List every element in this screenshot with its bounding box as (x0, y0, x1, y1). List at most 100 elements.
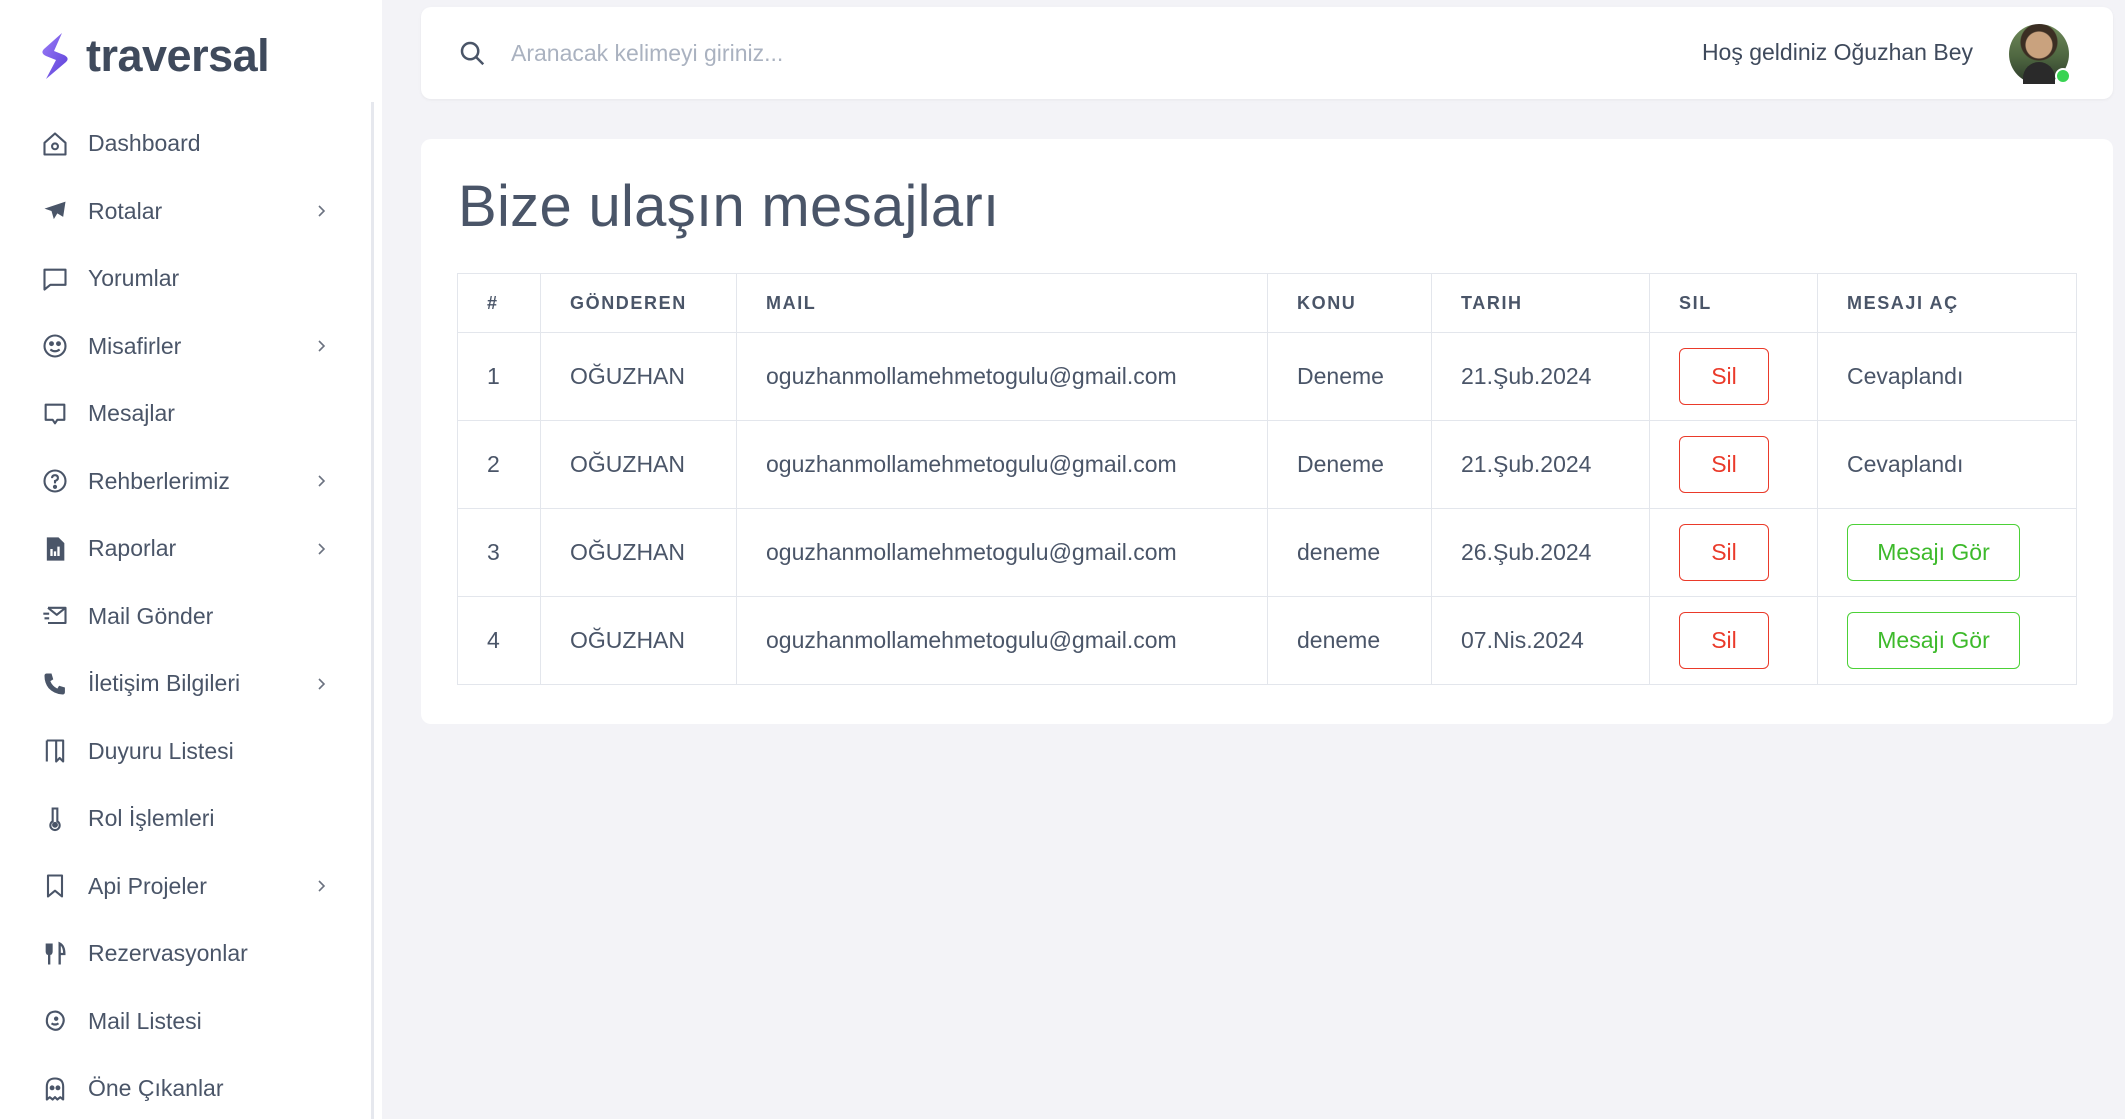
sidebar-scrollbar[interactable] (371, 102, 374, 1119)
row-subject: deneme (1267, 508, 1432, 597)
messages-table: # GÖNDEREN MAIL KONU TARIH SIL MESAJI AÇ… (457, 273, 2077, 685)
delete-button[interactable]: Sil (1679, 524, 1769, 581)
delete-button[interactable]: Sil (1679, 436, 1769, 493)
online-status-dot (2055, 68, 2071, 84)
column-header-open-message: MESAJI AÇ (1817, 273, 2077, 333)
sidebar-item-mesajlar[interactable]: Mesajlar (0, 380, 371, 448)
bookmark-icon (40, 871, 70, 901)
sidebar-item-label: Mesajlar (88, 400, 175, 427)
row-mail: oguzhanmollamehmetogulu@gmail.com (736, 420, 1268, 509)
chevron-right-icon (311, 539, 331, 559)
sidebar-nav: Dashboard Rotalar Yorumlar Misafirler Me… (0, 110, 371, 1119)
message-icon (40, 399, 70, 429)
thermometer-icon (40, 804, 70, 834)
table-row: 4 OĞUZHAN oguzhanmollamehmetogulu@gmail.… (457, 596, 2077, 685)
sidebar-item-mail-listesi[interactable]: Mail Listesi (0, 988, 371, 1056)
row-subject: Deneme (1267, 420, 1432, 509)
sidebar-item-duyuru-listesi[interactable]: Duyuru Listesi (0, 718, 371, 786)
mail-send-icon (40, 601, 70, 631)
row-action-cell: Mesajı Gör (1817, 596, 2077, 685)
sidebar-item-rotalar[interactable]: Rotalar (0, 178, 371, 246)
sidebar-item-label: Rezervasyonlar (88, 940, 248, 967)
topbar: Hoş geldiniz Oğuzhan Bey (421, 7, 2113, 99)
sidebar-item-label: Rehberlerimiz (88, 467, 230, 494)
sidebar-item-mail-gonder[interactable]: Mail Gönder (0, 583, 371, 651)
report-icon (40, 534, 70, 564)
chevron-right-icon (311, 876, 331, 896)
column-header-date: TARIH (1431, 273, 1650, 333)
row-action-cell: Mesajı Gör (1817, 508, 2077, 597)
row-number: 1 (457, 332, 541, 421)
row-sender: OĞUZHAN (540, 420, 737, 509)
table-row: 2 OĞUZHAN oguzhanmollamehmetogulu@gmail.… (457, 420, 2077, 509)
comment-icon (40, 264, 70, 294)
sidebar-item-label: Rol İşlemleri (88, 805, 215, 832)
help-circle-icon (40, 466, 70, 496)
home-icon (40, 129, 70, 159)
sidebar-item-label: Yorumlar (88, 265, 180, 292)
welcome-text: Hoş geldiniz Oğuzhan Bey (1701, 39, 1973, 65)
row-sender: OĞUZHAN (540, 332, 737, 421)
sidebar-item-misafirler[interactable]: Misafirler (0, 313, 371, 381)
row-date: 21.Şub.2024 (1431, 420, 1650, 509)
delete-button[interactable]: Sil (1679, 612, 1769, 669)
row-date: 21.Şub.2024 (1431, 332, 1650, 421)
row-mail: oguzhanmollamehmetogulu@gmail.com (736, 508, 1268, 597)
row-sender: OĞUZHAN (540, 596, 737, 685)
chevron-right-icon (311, 674, 331, 694)
search-input[interactable] (511, 31, 1211, 75)
utensils-icon (40, 939, 70, 969)
plane-icon (40, 196, 70, 226)
table-row: 3 OĞUZHAN oguzhanmollamehmetogulu@gmail.… (457, 508, 2077, 597)
table-header-row: # GÖNDEREN MAIL KONU TARIH SIL MESAJI AÇ (457, 273, 2077, 333)
table-row: 1 OĞUZHAN oguzhanmollamehmetogulu@gmail.… (457, 332, 2077, 421)
column-header-mail: MAIL (736, 273, 1268, 333)
avatar[interactable] (2009, 24, 2071, 84)
row-date: 07.Nis.2024 (1431, 596, 1650, 685)
smile-icon (40, 331, 70, 361)
sidebar-item-raporlar[interactable]: Raporlar (0, 515, 371, 583)
sidebar-item-label: Rotalar (88, 197, 163, 224)
view-message-button[interactable]: Mesajı Gör (1847, 612, 2020, 669)
column-header-delete: SIL (1649, 273, 1818, 333)
messages-card: Bize ulaşın mesajları # GÖNDEREN MAIL KO… (421, 139, 2113, 724)
chevron-right-icon (311, 201, 331, 221)
column-header-subject: KONU (1267, 273, 1432, 333)
sidebar-item-api-projeler[interactable]: Api Projeler (0, 853, 371, 921)
row-delete-cell: Sil (1649, 596, 1818, 685)
chevron-right-icon (311, 336, 331, 356)
column-header-number: # (457, 273, 541, 333)
row-delete-cell: Sil (1649, 420, 1818, 509)
row-mail: oguzhanmollamehmetogulu@gmail.com (736, 332, 1268, 421)
chevron-right-icon (311, 471, 331, 491)
sidebar-item-label: Raporlar (88, 535, 177, 562)
sidebar-item-rol-islemleri[interactable]: Rol İşlemleri (0, 785, 371, 853)
row-number: 4 (457, 596, 541, 685)
search-icon[interactable] (457, 38, 487, 68)
sidebar-item-rehberlerimiz[interactable]: Rehberlerimiz (0, 448, 371, 516)
sidebar-item-iletisim-bilgileri[interactable]: İletişim Bilgileri (0, 650, 371, 718)
sidebar-item-label: Dashboard (88, 130, 201, 157)
phone-icon (40, 669, 70, 699)
brand-name: traversal (86, 30, 270, 81)
row-delete-cell: Sil (1649, 332, 1818, 421)
row-status: Cevaplandı (1817, 420, 2077, 509)
row-delete-cell: Sil (1649, 508, 1818, 597)
row-date: 26.Şub.2024 (1431, 508, 1650, 597)
sidebar-item-rezervasyonlar[interactable]: Rezervasyonlar (0, 920, 371, 988)
sidebar-item-dashboard[interactable]: Dashboard (0, 110, 371, 178)
traversal-logo-icon (42, 33, 68, 79)
row-subject: Deneme (1267, 332, 1432, 421)
sidebar-item-label: Api Projeler (88, 872, 207, 899)
brand[interactable]: traversal (38, 30, 270, 82)
sidebar-item-label: Mail Listesi (88, 1007, 202, 1034)
sidebar-item-yorumlar[interactable]: Yorumlar (0, 245, 371, 313)
row-number: 2 (457, 420, 541, 509)
delete-button[interactable]: Sil (1679, 348, 1769, 405)
sidebar-item-one-cikanlar[interactable]: Öne Çıkanlar (0, 1055, 371, 1119)
column-header-sender: GÖNDEREN (540, 273, 737, 333)
view-message-button[interactable]: Mesajı Gör (1847, 524, 2020, 581)
sidebar-item-label: İletişim Bilgileri (88, 670, 241, 697)
sidebar-item-label: Misafirler (88, 332, 182, 359)
sidebar-item-label: Öne Çıkanlar (88, 1075, 224, 1102)
